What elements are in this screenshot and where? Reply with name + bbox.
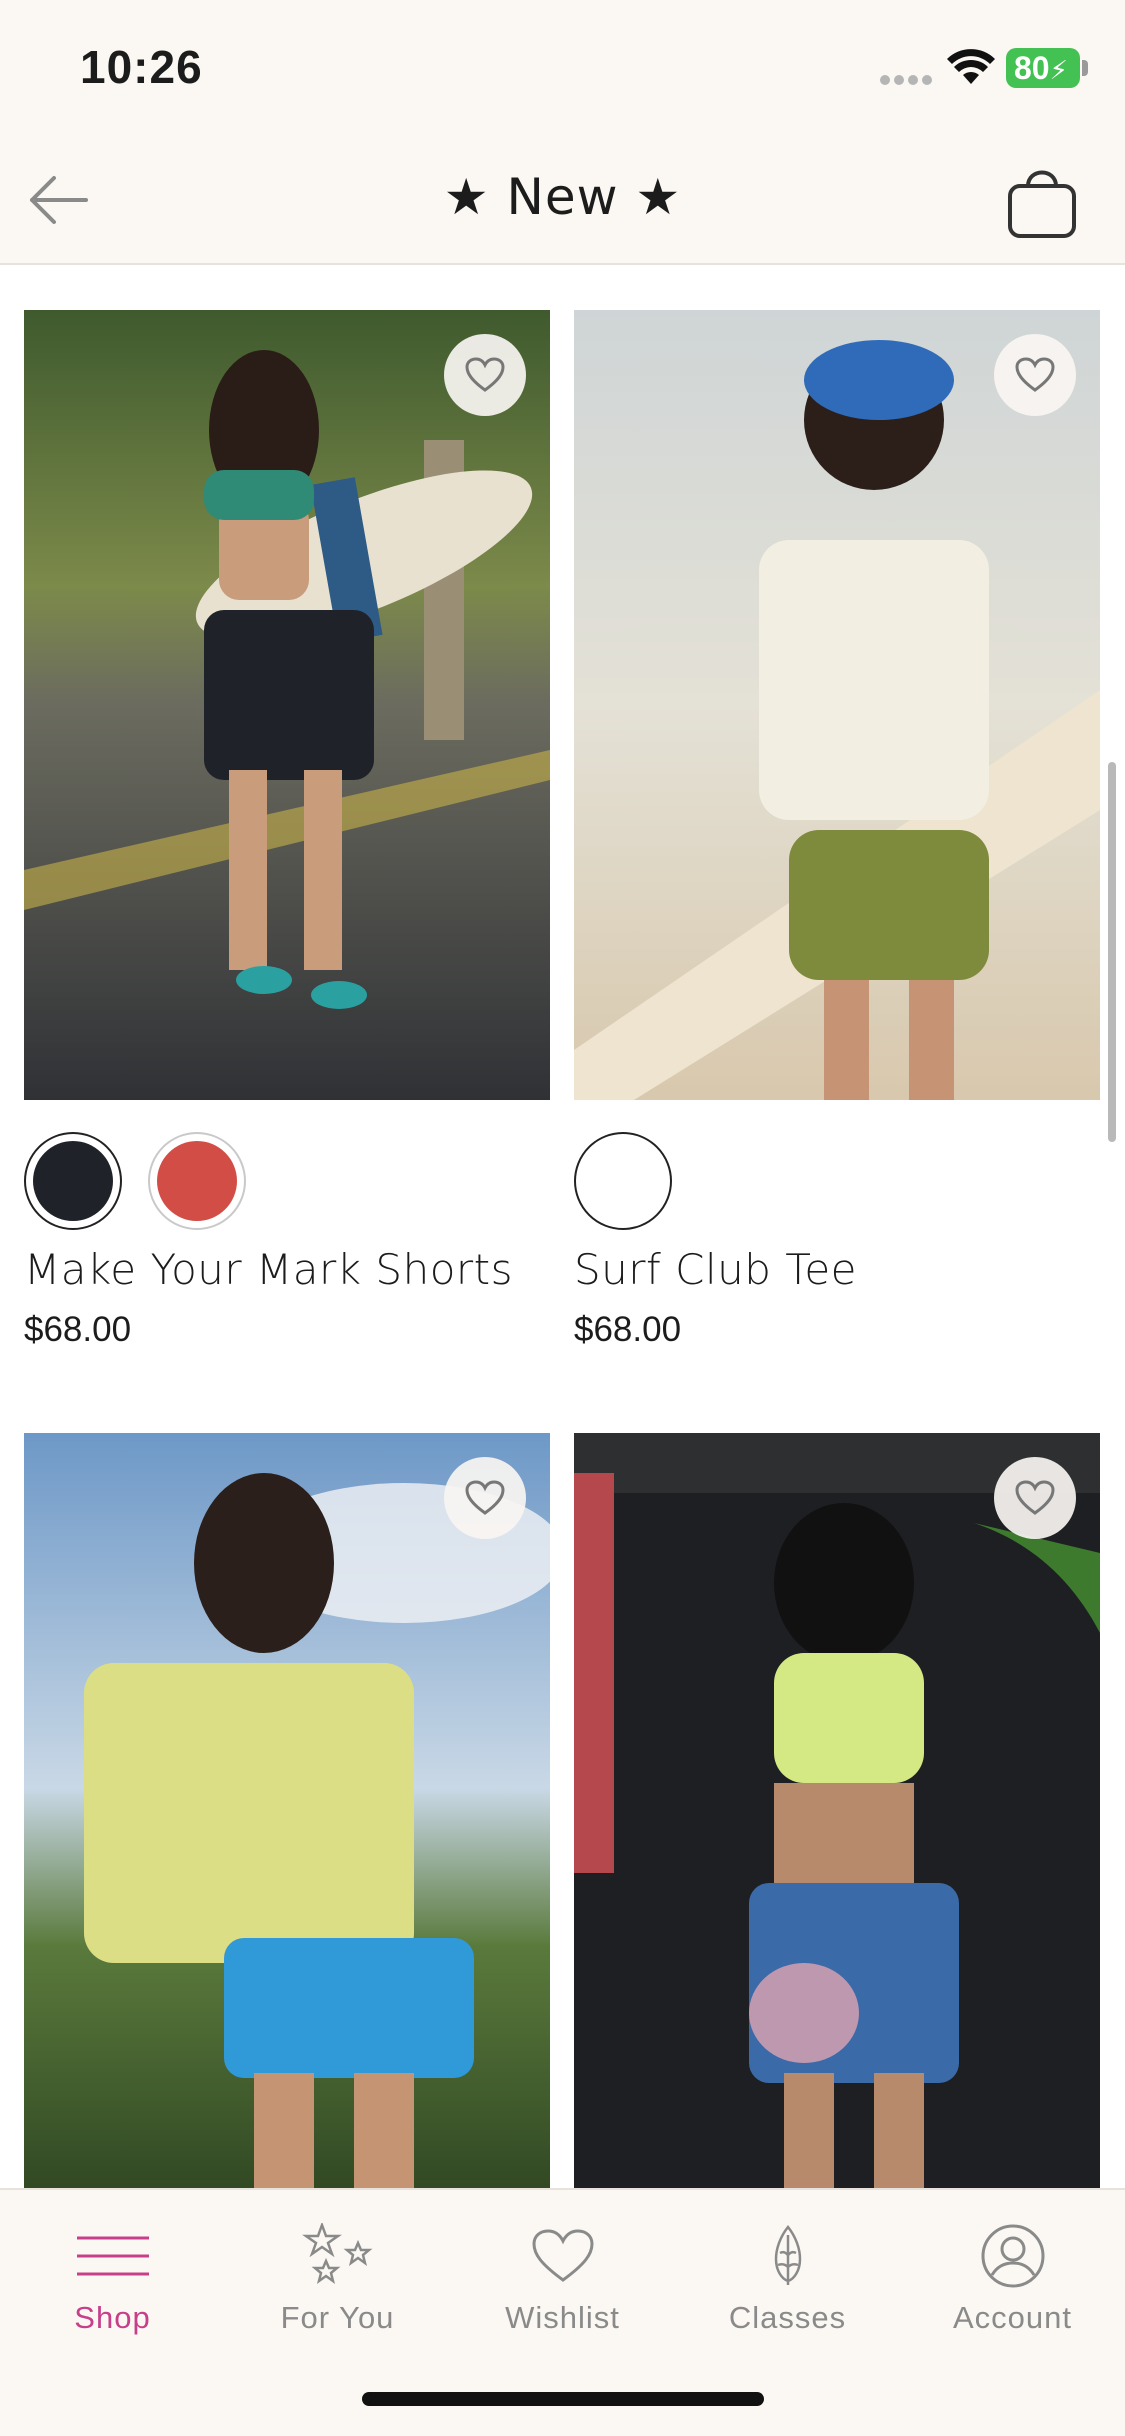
home-indicator[interactable] <box>362 2392 764 2406</box>
shopping-bag-icon[interactable] <box>1000 160 1084 244</box>
tab-label: Classes <box>728 2300 847 2335</box>
heart-icon <box>1015 357 1055 392</box>
product-name[interactable]: Surf Club Tee <box>574 1245 857 1294</box>
wishlist-heart-button[interactable] <box>444 334 526 416</box>
cellular-signal-icon <box>880 75 932 85</box>
account-icon <box>981 2224 1044 2288</box>
lotus-icon <box>774 2224 801 2285</box>
nav-header: ★ New ★ <box>0 140 1125 265</box>
tab-label: For You <box>280 2300 395 2335</box>
tab-wishlist[interactable]: Wishlist <box>450 2190 675 2350</box>
heart-icon <box>465 357 505 392</box>
product-price: $68.00 <box>574 1310 682 1349</box>
product-image-make-your-mark-shorts[interactable] <box>24 310 550 1100</box>
color-swatch[interactable] <box>574 1132 672 1230</box>
product-image-surf-club-tee[interactable] <box>574 310 1100 1100</box>
battery-nub <box>1082 60 1088 76</box>
tab-label: Shop <box>74 2300 151 2335</box>
stars-icon <box>301 2223 372 2284</box>
wifi-icon <box>947 49 995 84</box>
page-title: ★ New ★ <box>443 168 682 226</box>
tab-label: Account <box>952 2300 1072 2335</box>
tab-for-you[interactable]: For You <box>225 2190 450 2350</box>
top-bar: 10:26 80⚡ ★ New ★ <box>0 0 1125 265</box>
product-image[interactable] <box>24 1433 550 2223</box>
heart-icon <box>465 1480 505 1515</box>
wishlist-heart-button[interactable] <box>444 1457 526 1539</box>
product-image[interactable] <box>574 1433 1100 2223</box>
wishlist-heart-button[interactable] <box>994 334 1076 416</box>
status-bar: 10:26 80⚡ <box>0 0 1125 140</box>
status-time: 10:26 <box>80 41 203 93</box>
color-swatch[interactable] <box>24 1132 122 1230</box>
tab-account[interactable]: Account <box>900 2190 1125 2350</box>
tab-label: Wishlist <box>505 2300 620 2335</box>
menu-icon <box>76 2236 149 2276</box>
scrollbar[interactable] <box>1108 762 1116 1142</box>
color-swatch[interactable] <box>148 1132 246 1230</box>
tab-classes[interactable]: Classes <box>675 2190 900 2350</box>
product-price: $68.00 <box>24 1310 132 1349</box>
heart-icon <box>531 2229 594 2282</box>
tab-shop[interactable]: Shop <box>0 2190 225 2350</box>
product-name[interactable]: Make Your Mark Shorts <box>24 1245 513 1294</box>
battery-level: 80⚡ <box>1006 48 1080 88</box>
heart-icon <box>1015 1480 1055 1515</box>
wishlist-heart-button[interactable] <box>994 1457 1076 1539</box>
